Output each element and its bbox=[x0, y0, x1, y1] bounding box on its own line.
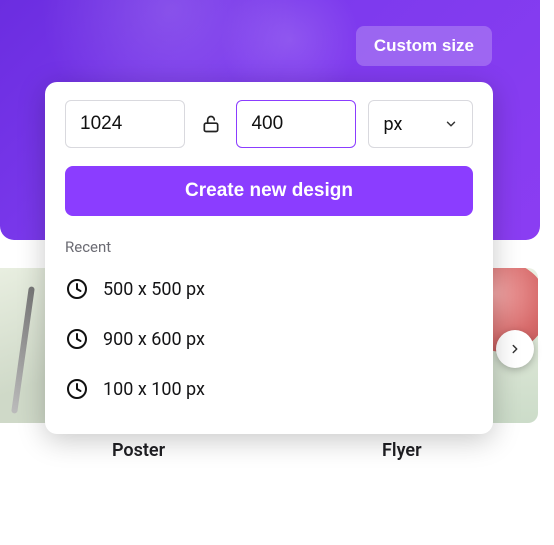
unlock-icon bbox=[201, 114, 221, 134]
recent-size-label: 500 x 500 px bbox=[103, 279, 205, 300]
custom-size-panel: px Create new design Recent 500 x 500 px… bbox=[45, 82, 493, 434]
recent-size-label: 100 x 100 px bbox=[103, 379, 205, 400]
dimensions-row: px bbox=[65, 100, 473, 148]
carousel-next-button[interactable] bbox=[496, 330, 534, 368]
recent-size-item[interactable]: 900 x 600 px bbox=[65, 314, 473, 364]
unit-select-label: px bbox=[383, 114, 402, 135]
recent-size-item[interactable]: 500 x 500 px bbox=[65, 264, 473, 314]
template-caption: Poster bbox=[112, 440, 165, 461]
width-input[interactable] bbox=[65, 100, 185, 148]
recent-size-item[interactable]: 100 x 100 px bbox=[65, 364, 473, 414]
chevron-right-icon bbox=[508, 342, 522, 356]
custom-size-button[interactable]: Custom size bbox=[356, 26, 492, 66]
recent-heading: Recent bbox=[65, 238, 473, 256]
lock-aspect-button[interactable] bbox=[197, 110, 224, 138]
clock-icon bbox=[65, 327, 89, 351]
recent-size-label: 900 x 600 px bbox=[103, 329, 205, 350]
unit-select[interactable]: px bbox=[368, 100, 473, 148]
height-input[interactable] bbox=[236, 100, 356, 148]
clock-icon bbox=[65, 277, 89, 301]
clock-icon bbox=[65, 377, 89, 401]
chevron-down-icon bbox=[444, 117, 458, 131]
template-caption: Flyer bbox=[382, 440, 422, 461]
decorative-pen bbox=[11, 286, 35, 414]
recent-list: 500 x 500 px 900 x 600 px 100 x 100 px bbox=[65, 264, 473, 414]
create-design-button[interactable]: Create new design bbox=[65, 166, 473, 216]
